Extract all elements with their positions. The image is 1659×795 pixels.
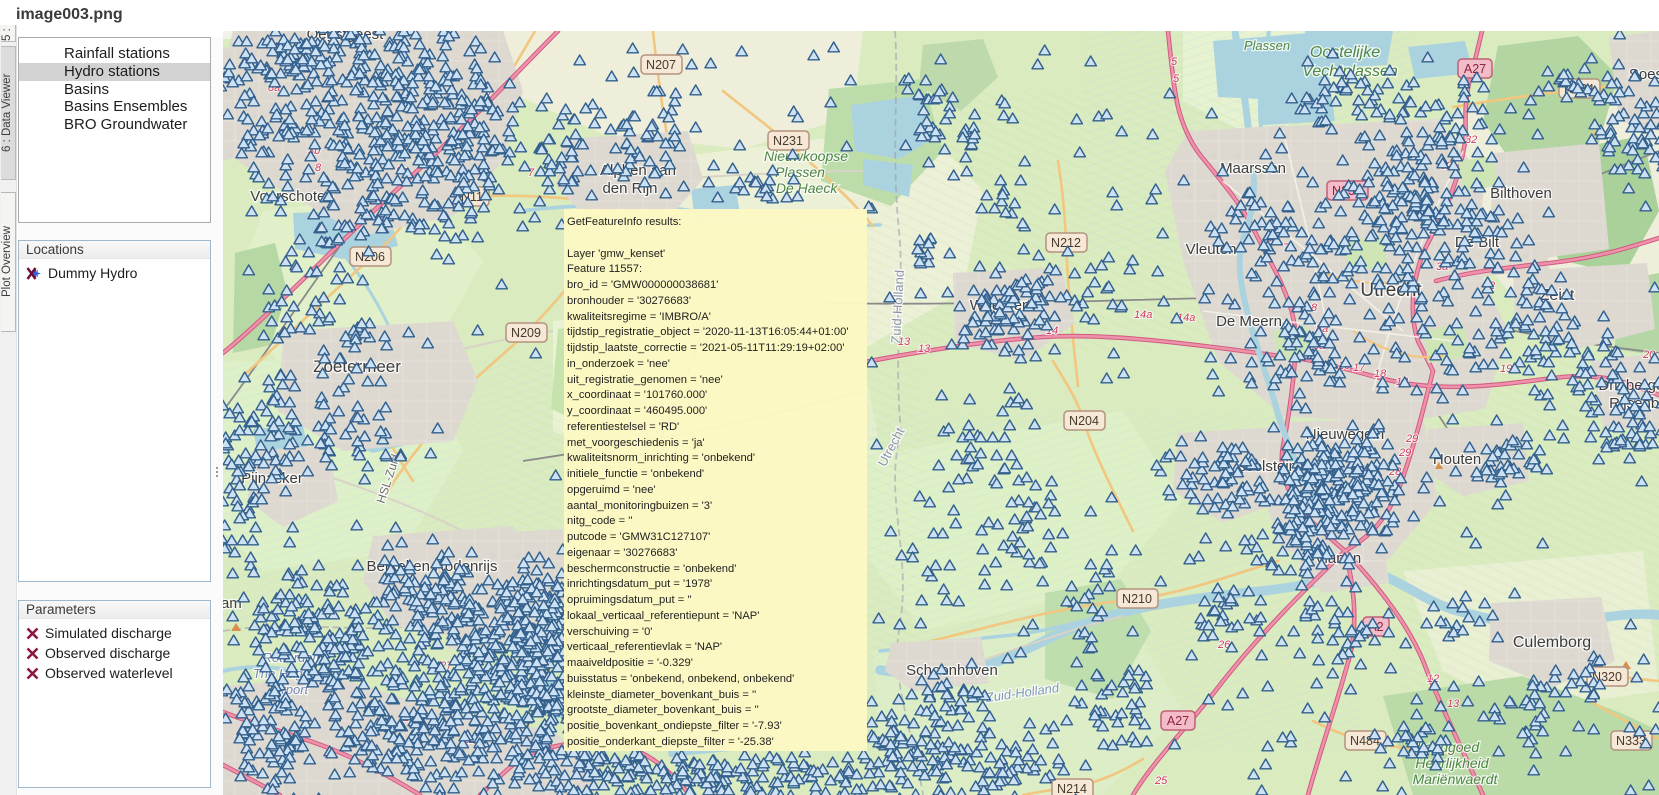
svg-text:14a: 14a: [1134, 309, 1152, 321]
svg-text:29: 29: [1405, 433, 1418, 445]
svg-text:den Rijn: den Rijn: [602, 180, 657, 197]
svg-text:5: 5: [1171, 56, 1178, 68]
svg-text:N209: N209: [511, 326, 541, 340]
svg-text:Plassen: Plassen: [1244, 38, 1290, 53]
svg-text:Houten: Houten: [1433, 451, 1481, 468]
svg-text:8: 8: [1311, 302, 1318, 314]
svg-text:Leidschendam: Leidschendam: [223, 595, 242, 612]
svg-text:Bilthoven: Bilthoven: [1490, 185, 1552, 202]
svg-text:Mariënwaerdt: Mariënwaerdt: [1413, 771, 1499, 787]
svg-text:13: 13: [1447, 698, 1460, 710]
svg-text:Schoonhoven: Schoonhoven: [906, 662, 998, 679]
svg-text:N204: N204: [1069, 414, 1099, 428]
svg-text:32: 32: [1465, 134, 1477, 146]
svg-text:N210: N210: [1122, 592, 1152, 606]
svg-text:5: 5: [1173, 73, 1180, 85]
svg-text:29: 29: [1398, 447, 1411, 459]
svg-text:Culemborg: Culemborg: [1513, 634, 1591, 651]
svg-text:8: 8: [315, 162, 322, 174]
svg-text:25: 25: [1154, 775, 1168, 787]
svg-text:13: 13: [898, 336, 911, 348]
svg-text:A27: A27: [1167, 714, 1189, 728]
svg-text:13: 13: [918, 343, 931, 355]
svg-text:N214: N214: [1057, 782, 1087, 795]
svg-text:Plassen: Plassen: [775, 164, 825, 180]
svg-text:N231: N231: [773, 134, 803, 148]
svg-text:De Meern: De Meern: [1216, 313, 1282, 330]
svg-text:N207: N207: [646, 58, 676, 72]
svg-text:18: 18: [1374, 368, 1387, 380]
svg-text:Oostelijke: Oostelijke: [1310, 44, 1380, 61]
